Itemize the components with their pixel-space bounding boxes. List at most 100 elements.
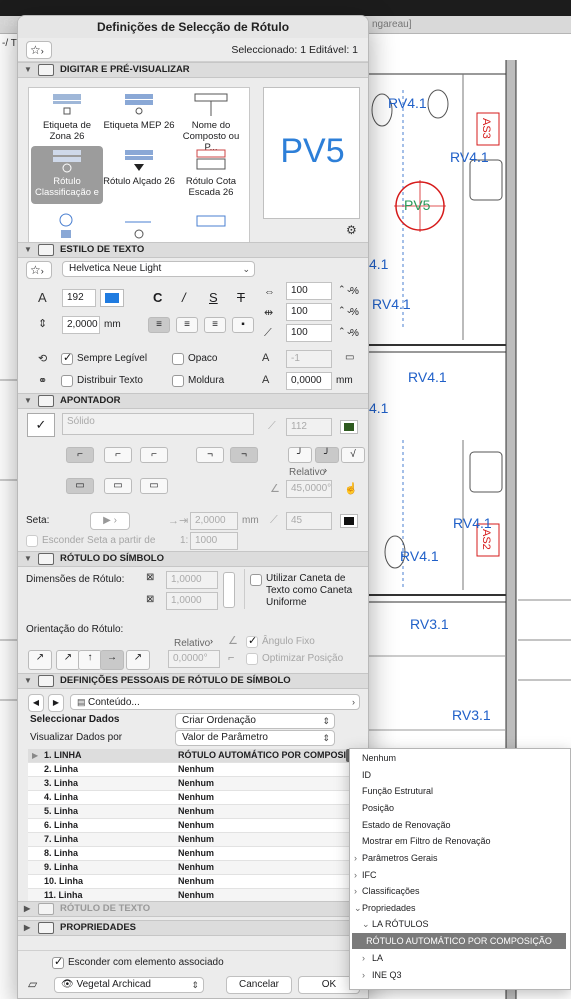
slant-field[interactable]: 100: [286, 324, 332, 342]
orientation-angle-field[interactable]: 0,0000°: [168, 650, 220, 668]
menu-item[interactable]: ⌄ LA RÓTULOS: [350, 916, 570, 932]
pointer-pen-field[interactable]: 112: [286, 418, 332, 436]
pointer-shape-1[interactable]: ⌐: [66, 447, 94, 463]
opaque-checkbox[interactable]: [172, 353, 184, 365]
table-row[interactable]: 10. Linha Nenhum: [28, 875, 358, 889]
relative-dropdown-icon[interactable]: ›: [210, 636, 213, 646]
menu-item[interactable]: Posição: [350, 800, 570, 816]
menu-item-highlighted[interactable]: RÓTULO AUTOMÁTICO POR COMPOSIÇÃO: [352, 933, 566, 949]
relative-dropdown-icon[interactable]: ›: [324, 465, 327, 475]
menu-item[interactable]: › LA: [350, 950, 570, 966]
section-text-label-header[interactable]: ▶ RÓTULO DE TEXTO: [18, 901, 368, 917]
align-left-button[interactable]: ≡: [148, 317, 170, 333]
cancel-button[interactable]: Cancelar: [226, 976, 292, 994]
arrow-size-field[interactable]: 2,0000: [190, 512, 238, 530]
monitor-icon[interactable]: ▭: [345, 352, 354, 363]
menu-item[interactable]: › IFC: [350, 867, 570, 883]
section-symbol-label-header[interactable]: ▼ RÓTULO DO SÍMBOLO: [18, 551, 368, 567]
background-pen-field[interactable]: -1: [286, 350, 332, 368]
label-type-gallery[interactable]: Etiqueta de Zona 26 Etiqueta MEP 26 Nome…: [28, 87, 250, 243]
frame-checkbox[interactable]: [172, 375, 184, 387]
hide-arrow-scale-field[interactable]: 1000: [190, 532, 238, 550]
menu-item[interactable]: › Parâmetros Gerais: [350, 850, 570, 866]
distribute-text-checkbox[interactable]: [61, 375, 73, 387]
strikethrough-toggle[interactable]: T: [237, 290, 245, 305]
dim-height-field[interactable]: 1,0000: [166, 592, 218, 610]
prev-page-button[interactable]: ◀: [28, 694, 44, 712]
orientation-option-3[interactable]: ↑: [78, 650, 102, 670]
section-personal-header[interactable]: ▼ DEFINIÇÕES PESSOAIS DE RÓTULO DE SÍMBO…: [18, 673, 368, 689]
pointer-toggle-icon[interactable]: ✓: [27, 413, 55, 437]
orientation-option-2[interactable]: ↗: [56, 650, 80, 670]
next-page-button[interactable]: ▶: [48, 694, 64, 712]
pointer-shape-2[interactable]: ⌐: [104, 447, 132, 463]
table-row[interactable]: ▶ 1. LINHA RÓTULO AUTOMÁTICO POR COMPOSI…: [28, 749, 358, 763]
view-by-select[interactable]: Valor de Parâmetro ⇕: [175, 730, 335, 746]
menu-item[interactable]: Função Estrutural: [350, 783, 570, 799]
section-properties-header[interactable]: ▶ PROPRIEDADES: [18, 920, 368, 936]
chain-link-icon[interactable]: [223, 572, 235, 608]
italic-toggle[interactable]: /: [182, 290, 186, 305]
anchor-2[interactable]: ▭: [104, 478, 132, 494]
layer-select[interactable]: 👁 Vegetal Archicad ⇕: [54, 977, 204, 993]
optimize-position-checkbox[interactable]: [246, 653, 258, 665]
orientation-option-5[interactable]: ↗: [126, 650, 150, 670]
section-pointer-header[interactable]: ▼ APONTADOR: [18, 393, 368, 409]
gallery-item-mep-label[interactable]: Etiqueta MEP 26: [103, 92, 175, 131]
line-spacing-field[interactable]: 2,0000: [62, 316, 100, 334]
char-spacing-field[interactable]: 100: [286, 303, 332, 321]
content-select[interactable]: ▤ Conteúdo... ›: [70, 694, 360, 710]
select-data-select[interactable]: Criar Ordenação ⇕: [175, 713, 335, 729]
menu-item[interactable]: ⌄ Propriedades: [350, 900, 570, 916]
pointer-shape-3[interactable]: ⌐: [140, 447, 168, 463]
hide-arrow-checkbox[interactable]: [26, 535, 38, 547]
text-size-field[interactable]: 192: [62, 289, 96, 307]
preview-settings-icon[interactable]: ⚙: [346, 223, 357, 237]
menu-item[interactable]: Mostrar em Filtro de Renovação: [350, 833, 570, 849]
pointer-shape-5[interactable]: ¬: [230, 447, 258, 463]
pointer-curve-3[interactable]: √: [341, 447, 365, 463]
gallery-item-classification-label[interactable]: Rótulo Classificação e ...: [31, 146, 103, 209]
pointer-line-type-field[interactable]: Sólido: [62, 413, 254, 435]
table-row[interactable]: 5. Linha Nenhum: [28, 805, 358, 819]
arrow-pen-swatch[interactable]: [340, 514, 358, 528]
favorites-button[interactable]: ☆›: [26, 41, 52, 59]
orientation-option-1[interactable]: ↗: [28, 650, 52, 670]
align-right-button[interactable]: ≡: [204, 317, 226, 333]
gallery-item-composite-name[interactable]: Nome do Composto ou P...: [175, 92, 247, 153]
bold-toggle[interactable]: C: [153, 290, 162, 305]
gallery-item-stair-level-label[interactable]: Rótulo Cota Escada 26: [175, 148, 247, 198]
section-text-style-header[interactable]: ▼ ESTILO DE TEXTO: [18, 242, 368, 258]
align-center-button[interactable]: ≡: [176, 317, 198, 333]
table-row[interactable]: 3. Linha Nenhum: [28, 777, 358, 791]
gallery-item-elevation-label[interactable]: Rótulo Alçado 26: [103, 148, 175, 187]
pointer-shape-4[interactable]: ¬: [196, 447, 224, 463]
dim-width-field[interactable]: 1,0000: [166, 571, 218, 589]
gallery-item-zone-label[interactable]: Etiqueta de Zona 26: [31, 92, 103, 142]
anchor-1[interactable]: ▭: [66, 478, 94, 494]
align-justify-button[interactable]: ▪: [232, 317, 254, 333]
table-row[interactable]: 7. Linha Nenhum: [28, 833, 358, 847]
menu-item[interactable]: › Classificações: [350, 883, 570, 899]
table-row[interactable]: 6. Linha Nenhum: [28, 819, 358, 833]
menu-item[interactable]: ID: [350, 767, 570, 783]
section-preview-header[interactable]: ▼ DIGITAR E PRÉ-VISUALIZAR: [18, 62, 368, 78]
arrow-type-select[interactable]: ▶ ›: [90, 512, 130, 530]
orientation-option-4[interactable]: →: [100, 650, 124, 670]
underline-toggle[interactable]: S: [209, 290, 218, 305]
menu-item[interactable]: › INE Q3: [350, 967, 570, 983]
anchor-3[interactable]: ▭: [140, 478, 168, 494]
angle-picker-icon[interactable]: ☝: [344, 482, 358, 495]
arrow-pen-field[interactable]: 45: [286, 512, 332, 530]
pointer-pen-swatch[interactable]: [340, 420, 358, 434]
table-row[interactable]: 2. Linha Nenhum: [28, 763, 358, 777]
pointer-angle-field[interactable]: 45,0000°: [286, 480, 332, 498]
table-row[interactable]: 8. Linha Nenhum: [28, 847, 358, 861]
fixed-angle-checkbox[interactable]: [246, 634, 258, 648]
hide-with-element-checkbox[interactable]: [52, 955, 64, 969]
always-readable-checkbox[interactable]: [61, 351, 73, 365]
table-row[interactable]: 4. Linha Nenhum: [28, 791, 358, 805]
pointer-curve-2[interactable]: ╯: [315, 447, 339, 463]
table-row[interactable]: 9. Linha Nenhum: [28, 861, 358, 875]
font-select[interactable]: Helvetica Neue Light ⌄: [62, 261, 255, 277]
